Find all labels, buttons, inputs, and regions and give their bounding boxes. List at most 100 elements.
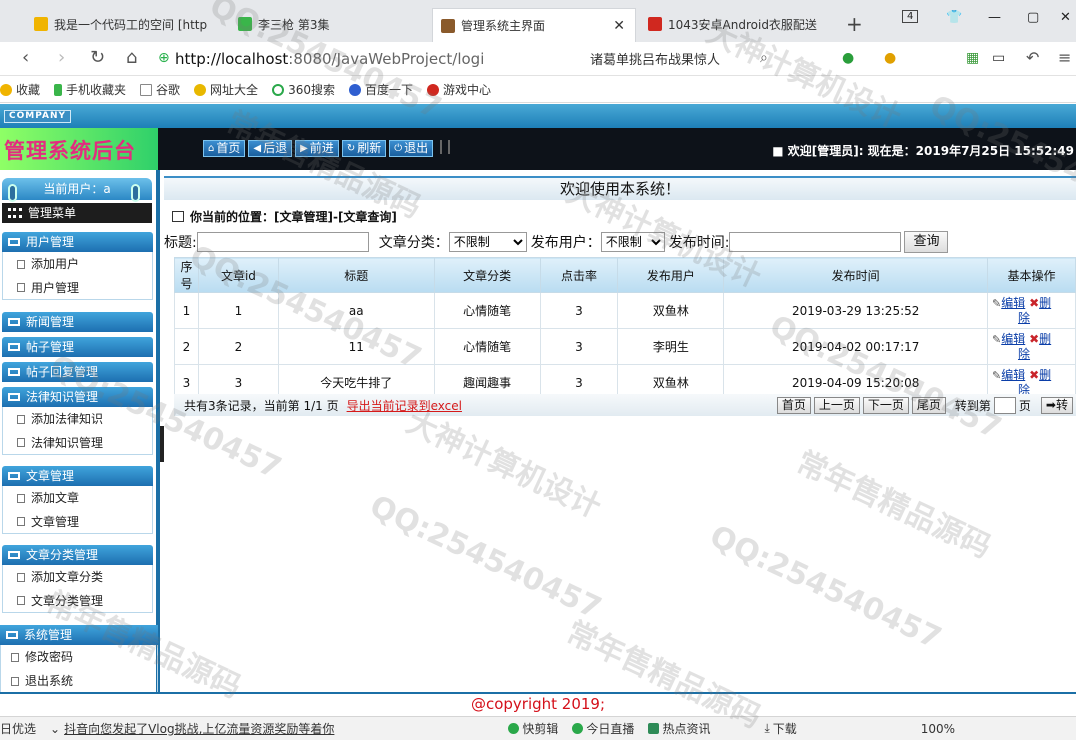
menu-group-article: 文章管理 添加文章 文章管理 [2,466,153,534]
goto-page-input[interactable] [993,396,1016,414]
reload-icon[interactable]: ↻ [90,47,105,68]
delete-link[interactable]: 删 [1039,368,1051,382]
menu-head-post-management[interactable]: 帖子管理 [2,337,153,357]
maximize-icon[interactable]: ▢ [1027,10,1039,25]
back-icon[interactable]: ‹ [22,47,29,68]
export-excel-link[interactable]: 导出当前记录到excel [347,397,462,414]
menu-item-label: 法律知识管理 [31,435,104,450]
menu-item-law-management[interactable]: 法律知识管理 [2,431,153,455]
bookmark-google[interactable]: 谷歌 [140,81,180,98]
search-suggestion[interactable]: 诸葛单挑吕布战果惊人 [590,49,720,68]
home-button[interactable]: ⌂ 首页 [203,140,246,157]
delete-link-wrap[interactable]: 除 [1018,347,1030,361]
home-icon[interactable]: ⌂ [126,47,137,68]
menu-head-article-category-management[interactable]: 文章分类管理 [2,545,153,565]
menu-item-article-category-management[interactable]: 文章分类管理 [2,589,153,613]
button-label: 前进 [309,141,334,155]
menu-item-add-user[interactable]: 添加用户 [2,252,153,276]
coin-icon[interactable]: ● [884,50,896,66]
first-page-button[interactable]: 首页 [776,396,811,414]
menu-item-article-management[interactable]: 文章管理 [2,510,153,534]
bookmark-360search[interactable]: 360搜索 [272,81,335,98]
bookmark-baidu[interactable]: 百度一下 [348,81,413,98]
new-tab-icon[interactable]: + [846,12,863,36]
edit-link[interactable]: 编辑 [1001,296,1025,310]
browser-tab-3-active[interactable]: 管理系统主界面 ✕ [432,8,636,42]
forward-button[interactable]: ▶ 前进 [295,140,339,157]
undo-icon[interactable]: ↶ [1026,48,1039,67]
menu-icon[interactable]: ≡ [1058,48,1071,67]
menu-head-news-management[interactable]: 新闻管理 [2,312,153,332]
browser-navbar: ‹ › ↻ ⌂ ⊕ http://localhost:8080/JavaWebP… [0,42,1076,76]
refresh-button[interactable]: ↻ 刷新 [341,140,387,157]
close-window-icon[interactable]: ✕ [1060,10,1071,25]
edit-link[interactable]: 编辑 [1001,368,1025,382]
query-button[interactable]: 查询 [904,231,949,253]
menu-item-exit-system[interactable]: 退出系统 [0,669,158,693]
search-icon[interactable]: ⌕ [760,50,768,66]
browser-tab-4[interactable]: 1043安卓Android衣服配送 [640,10,836,38]
menu-head-reply-management[interactable]: 帖子回复管理 [2,362,153,382]
status-item-download[interactable]: ⤓ 下载 [764,720,796,737]
menu-item-add-article-category[interactable]: 添加文章分类 [2,565,153,589]
menu-item-user-management[interactable]: 用户管理 [2,276,153,300]
logout-button[interactable]: ⏻ 退出 [389,140,434,157]
time-label: 发布时间: [668,235,730,251]
menu-head-system-management[interactable]: 系统管理 [0,625,158,645]
bookmarks-bar: 收藏 手机收藏夹 谷歌 网址大全 360搜索 百度一下 游戏中心 [0,77,1076,103]
bookmark-mobile[interactable]: 手机收藏夹 [54,81,126,98]
delete-link[interactable]: 删 [1039,332,1051,346]
breadcrumb: 你当前的位置：[文章管理]-[文章查询] [172,206,397,226]
apps-icon[interactable]: ▦ [966,50,979,66]
menu-group-posts: 帖子管理 [2,337,153,357]
menu-head-user-management[interactable]: 用户管理 [2,232,153,252]
tab-title: 我是一个代码工的空间 [http [54,17,208,32]
menu-item-change-password[interactable]: 修改密码 [0,645,158,669]
forward-icon[interactable]: › [58,47,65,68]
cell-category: 心情随笔 [433,328,541,365]
battery-icon[interactable]: ▭ [992,50,1005,66]
menu-item-add-law[interactable]: 添加法律知识 [2,407,153,431]
publisher-label: 发布用户： [530,235,601,251]
back-button[interactable]: ◀ 后退 [248,140,293,157]
title-input[interactable] [196,232,369,252]
menu-item-label: 文章分类管理 [31,593,104,608]
prev-page-button[interactable]: 上一页 [813,396,860,414]
delete-link[interactable]: 删 [1039,296,1051,310]
header-toolbar: ⌂ 首页 ◀ 后退 ▶ 前进 ↻ 刷新 ⏻ 退出 [203,140,451,157]
category-select[interactable]: 不限制 [448,232,527,252]
browser-tab-1[interactable]: 我是一个代码工的空间 [http [26,10,224,38]
browser-tab-2[interactable]: 李三枪 第3集 [230,10,426,38]
shirt-icon[interactable]: 👕 [946,10,962,25]
page-unit-label: 页 [1018,398,1031,413]
pencil-icon: ✎ [992,332,1002,346]
category-label: 文章分类： [378,235,449,251]
status-item-live[interactable]: 今日直播 [572,720,634,737]
goto-button[interactable]: ➡转 [1040,396,1073,414]
tab-count-badge[interactable]: 4 [902,10,919,23]
last-page-button[interactable]: 尾页 [911,396,946,414]
status-left[interactable]: 日优选 [0,720,36,737]
time-input[interactable] [729,232,902,252]
url-path: :8080/JavaWebProject/logi [288,50,485,68]
bookmark-games[interactable]: 游戏中心 [426,81,491,98]
minimize-icon[interactable]: — [988,10,1001,25]
close-tab-icon[interactable]: ✕ [613,18,625,34]
menu-head-law-management[interactable]: 法律知识管理 [2,387,153,407]
book-icon [172,210,184,222]
menu-head-article-management[interactable]: 文章管理 [2,466,153,486]
bookmark-label: 收藏 [16,83,41,97]
address-bar[interactable]: http://localhost:8080/JavaWebProject/log… [175,47,585,71]
edit-link[interactable]: 编辑 [1001,332,1025,346]
zoom-level[interactable]: 100% [921,722,955,736]
menu-item-add-article[interactable]: 添加文章 [2,486,153,510]
translate-icon[interactable]: ● [842,50,854,66]
bookmark-favorites[interactable]: 收藏 [0,81,40,98]
delete-link-wrap[interactable]: 除 [1018,311,1030,325]
next-page-button[interactable]: 下一页 [862,396,909,414]
status-news[interactable]: ⌄ 抖音向您发起了Vlog挑战,上亿流量资源奖励等着你 [50,720,334,737]
publisher-select[interactable]: 不限制 [600,232,665,252]
bookmark-url-directory[interactable]: 网址大全 [194,81,258,98]
status-item-clip[interactable]: 快剪辑 [508,720,558,737]
status-item-news[interactable]: 热点资讯 [648,720,710,737]
